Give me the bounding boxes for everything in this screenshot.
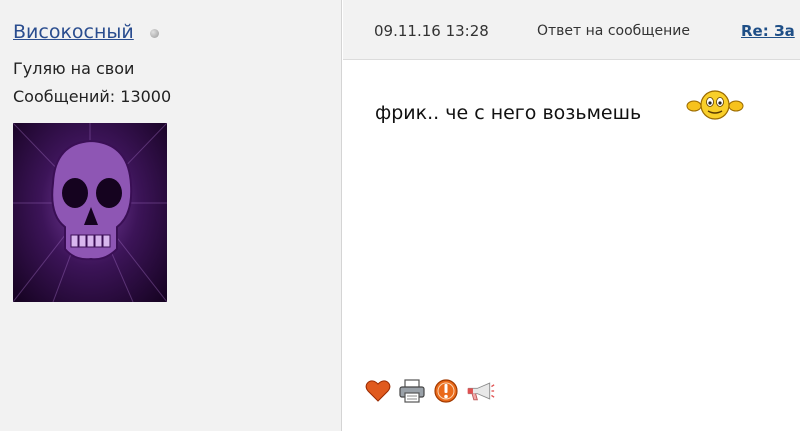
skull-avatar-image (13, 123, 167, 302)
printer-icon (399, 379, 425, 403)
report-button[interactable] (431, 376, 461, 406)
offline-dot-icon (149, 28, 159, 38)
user-info-panel: Високосный Гуляю на свои Сообщений: 1300… (0, 0, 342, 431)
waving-smiley-icon (686, 90, 744, 120)
print-button[interactable] (397, 376, 427, 406)
message-text: фрик.. че с него возьмешь (375, 102, 642, 124)
username-row: Високосный (13, 19, 159, 45)
forum-post: Високосный Гуляю на свои Сообщений: 1300… (0, 0, 800, 431)
message-header: 09.11.16 13:28 Ответ на сообщение Re: За (343, 0, 800, 60)
username-link[interactable]: Високосный (13, 21, 134, 43)
message-date: 09.11.16 13:28 (374, 22, 489, 40)
avatar (13, 123, 167, 302)
announce-button[interactable] (465, 376, 495, 406)
thread-link[interactable]: Re: За (741, 22, 795, 40)
message-actions (363, 374, 495, 408)
reply-to-label: Ответ на сообщение (537, 23, 690, 39)
message-body: фрик.. че с него возьмешь (343, 60, 800, 431)
megaphone-icon (467, 382, 495, 401)
like-button[interactable] (363, 376, 393, 406)
warning-icon (434, 379, 458, 403)
heart-icon (365, 380, 391, 402)
user-post-count: Сообщений: 13000 (13, 87, 172, 106)
user-title: Гуляю на свои (13, 59, 135, 78)
